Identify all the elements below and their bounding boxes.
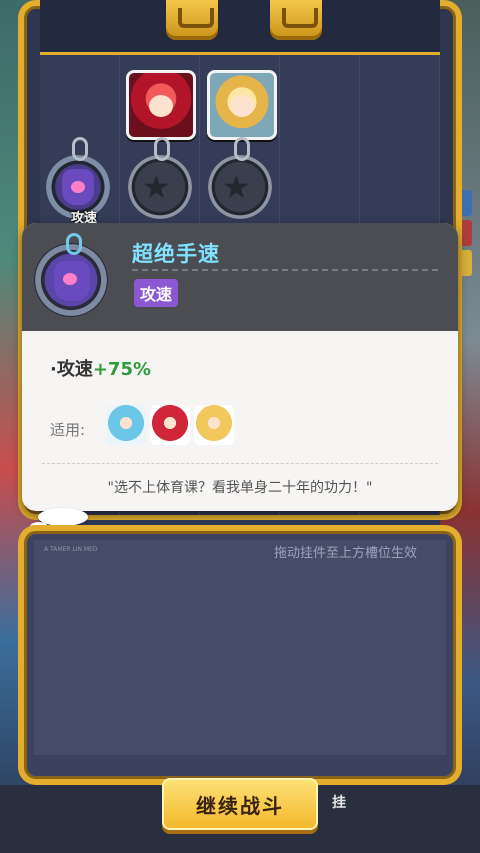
hero-avatar-red (150, 405, 190, 445)
applies-label: 适用: (50, 421, 86, 439)
star-icon: ★ (222, 168, 251, 206)
pendant-tag: 攻速 (134, 279, 179, 307)
hero-avatar-yellow (194, 405, 234, 445)
hero-avatar-blue (106, 405, 146, 445)
case-lid (40, 0, 440, 55)
pendant-title: 超绝手速 (132, 242, 220, 266)
buckle-left (166, 0, 218, 40)
stat-label: ·攻速 (50, 359, 93, 380)
pendant-icon (34, 233, 108, 317)
inventory-tiny-text: A TAMER LIN MED (44, 546, 98, 553)
star-icon: ★ (142, 168, 171, 206)
pendant-tooltip: 超绝手速 攻速 ·攻速+75% 适用: "选不上体育课？看我单身二十年的功力！" (22, 223, 458, 511)
divider (132, 269, 438, 271)
auto-hang-label[interactable]: 挂 (332, 792, 346, 812)
inventory-area[interactable] (34, 540, 446, 755)
stat-value: +75% (92, 359, 152, 380)
clip-icon (154, 137, 170, 161)
hero-portrait-red[interactable] (126, 70, 196, 140)
pendant-slot-empty[interactable]: ★ (128, 137, 192, 219)
clip-icon (72, 137, 88, 161)
continue-battle-button[interactable]: 继续战斗 (162, 778, 318, 830)
paw-icon (54, 261, 90, 301)
pendant-stat: ·攻速+75% (50, 355, 151, 381)
pendant-slot-empty[interactable]: ★ (208, 137, 272, 219)
clip-icon (66, 233, 82, 255)
pendant-quote: "选不上体育课？看我单身二十年的功力！" (107, 480, 373, 496)
clip-icon (234, 137, 250, 161)
paw-pendant-icon (62, 169, 94, 205)
inventory-hint: 拖动挂件至上方槽位生效 (274, 546, 418, 561)
divider (42, 463, 438, 464)
buckle-right (270, 0, 322, 40)
hero-portrait-yellow[interactable] (207, 70, 277, 140)
